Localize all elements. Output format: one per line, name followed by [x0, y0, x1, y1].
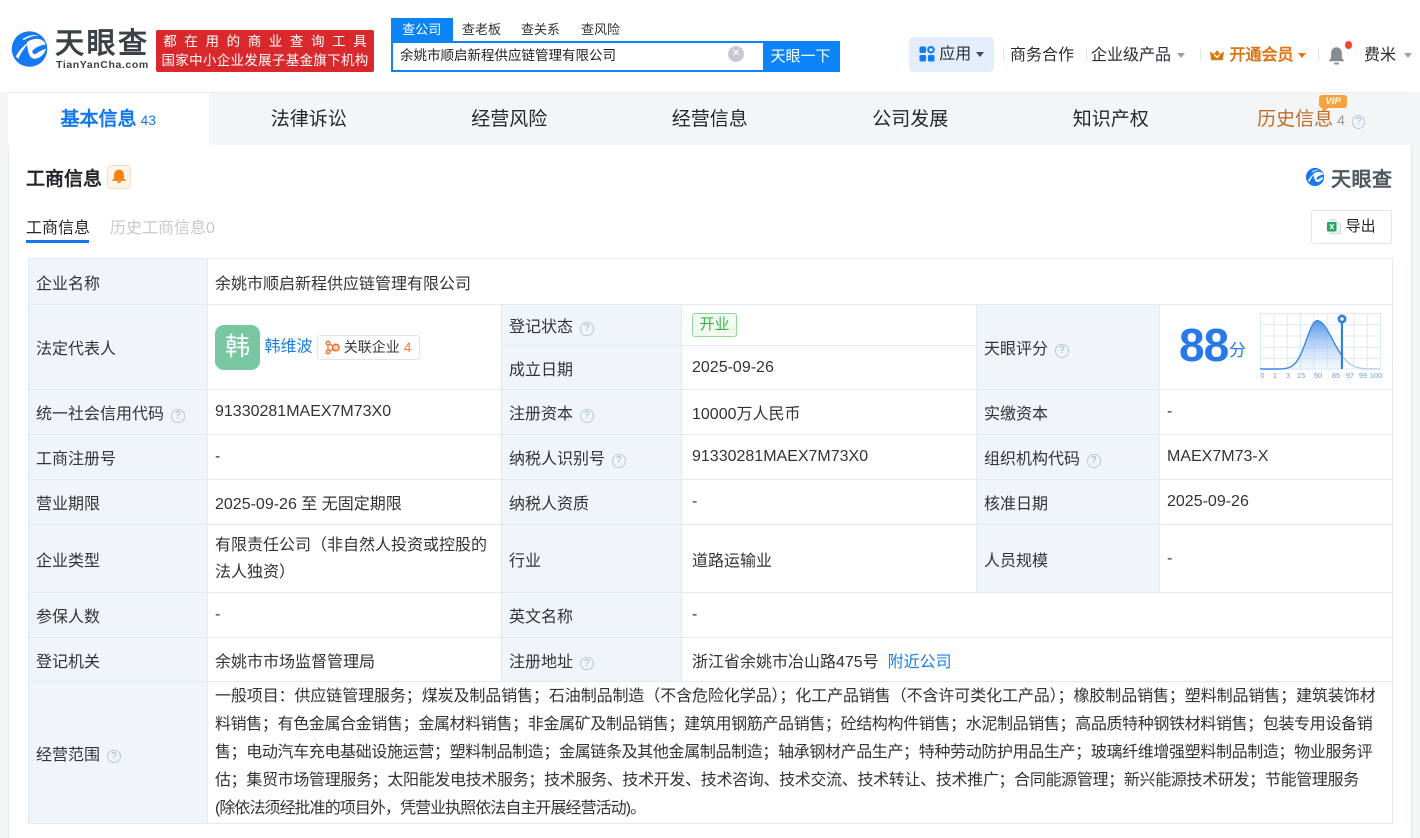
svg-text:85: 85 [1332, 371, 1340, 380]
svg-text:99: 99 [1359, 371, 1367, 380]
svg-text:3: 3 [1286, 371, 1290, 380]
svg-text:50: 50 [1314, 371, 1322, 380]
svg-text:企: 企 [332, 343, 339, 352]
svg-text:1: 1 [1273, 371, 1277, 380]
svg-text:97: 97 [1346, 371, 1354, 380]
svg-text:15: 15 [1297, 371, 1305, 380]
svg-text:100: 100 [1370, 371, 1383, 380]
svg-text:0: 0 [1260, 371, 1264, 380]
